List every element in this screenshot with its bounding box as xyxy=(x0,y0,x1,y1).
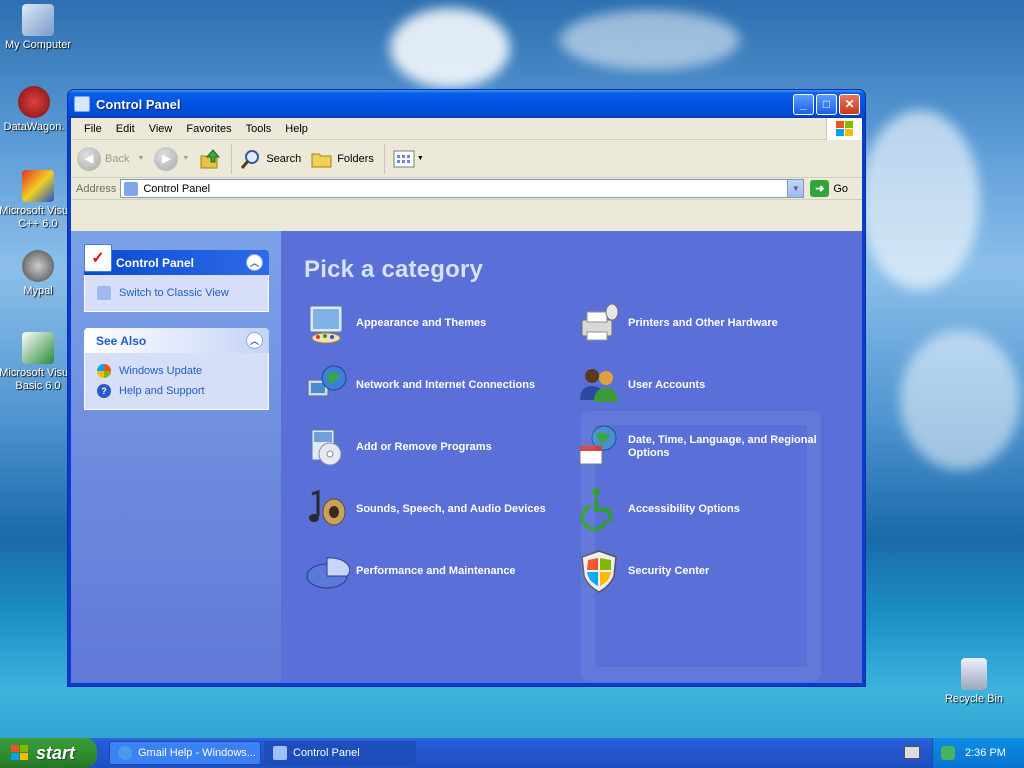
internet-explorer-icon xyxy=(118,746,132,760)
go-button[interactable]: ➜ Go xyxy=(804,180,862,197)
taskbar: start Gmail Help - Windows... Control Pa… xyxy=(0,738,1024,768)
close-button[interactable]: ✕ xyxy=(839,93,860,115)
category-appearance-and-themes[interactable]: Appearance and Themes xyxy=(304,300,576,346)
add-remove-programs-icon xyxy=(311,429,342,466)
maximize-button[interactable]: □ xyxy=(816,93,837,115)
menu-tools[interactable]: Tools xyxy=(239,123,279,135)
back-button[interactable]: ◀ Back ▼ xyxy=(77,146,144,171)
my-computer-icon xyxy=(22,4,54,36)
taskbar-item-control-panel[interactable]: Control Panel xyxy=(264,741,416,765)
window-title: Control Panel xyxy=(96,96,181,112)
keyboard-icon[interactable] xyxy=(904,746,920,759)
page-title: Pick a category xyxy=(304,256,484,283)
appearance-themes-icon xyxy=(309,305,343,344)
category-network-and-internet[interactable]: Network and Internet Connections xyxy=(304,362,576,408)
desktop-icon-recycle-bin[interactable]: Recycle Bin xyxy=(934,658,1014,706)
search-icon xyxy=(241,149,260,169)
printer-icon xyxy=(581,303,619,341)
sound-speaker-icon xyxy=(309,489,346,526)
up-folder-icon xyxy=(200,148,221,168)
category-add-remove-programs[interactable]: Add or Remove Programs xyxy=(304,424,576,470)
control-panel-address-icon xyxy=(124,181,139,196)
user-accounts-icon xyxy=(580,369,618,402)
switch-to-classic-view-link[interactable]: Switch to Classic View xyxy=(97,283,258,303)
title-bar[interactable]: Control Panel _ □ ✕ xyxy=(68,90,865,118)
control-panel-section-header[interactable]: ✓ Control Panel ︿ xyxy=(84,244,269,275)
control-panel-check-icon: ✓ xyxy=(84,244,112,272)
visual-basic-icon xyxy=(22,332,54,364)
datawagon-icon xyxy=(18,86,50,118)
see-also-header[interactable]: See Also ︿ xyxy=(84,328,269,353)
forward-arrow-icon: ▶ xyxy=(154,146,179,171)
see-also-section: See Also ︿ Windows Update ? Help and Sup… xyxy=(84,328,269,410)
menu-file[interactable]: File xyxy=(77,123,109,135)
collapse-chevron-icon[interactable]: ︿ xyxy=(246,332,263,349)
forward-dropdown-icon[interactable]: ▼ xyxy=(182,155,189,162)
menu-bar: File Edit View Favorites Tools Help xyxy=(71,118,862,140)
address-label: Address xyxy=(76,182,117,195)
category-user-accounts[interactable]: User Accounts xyxy=(576,362,846,408)
forward-button[interactable]: ▶ ▼ xyxy=(154,146,189,171)
address-input[interactable]: Control Panel ▼ xyxy=(120,179,805,198)
help-icon: ? xyxy=(97,384,111,398)
views-grid-icon xyxy=(393,150,415,167)
recycle-bin-icon xyxy=(961,658,987,690)
control-panel-section: ✓ Control Panel ︿ Switch to Classic View xyxy=(84,244,269,312)
menu-view[interactable]: View xyxy=(142,123,180,135)
go-arrow-icon: ➜ xyxy=(810,180,830,197)
menu-edit[interactable]: Edit xyxy=(109,123,142,135)
up-folder-button[interactable] xyxy=(199,148,221,170)
category-sounds-speech-audio[interactable]: Sounds, Speech, and Audio Devices xyxy=(304,486,576,532)
content-area: ✓ Control Panel ︿ Switch to Classic View… xyxy=(71,231,862,683)
control-panel-task-icon xyxy=(273,746,287,760)
back-dropdown-icon[interactable]: ▼ xyxy=(137,155,144,162)
windows-logo-icon xyxy=(826,118,862,140)
toolbar: ◀ Back ▼ ▶ ▼ Search Folders ▼ xyxy=(71,140,862,178)
windows-flag-icon xyxy=(11,745,28,760)
clock[interactable]: 2:36 PM xyxy=(965,747,1006,759)
system-tray: 2:36 PM xyxy=(932,738,1024,768)
address-bar: Address Control Panel ▼ ➜ Go xyxy=(71,178,862,200)
network-globe-icon xyxy=(307,365,347,397)
category-view: Pick a category Appearance and Themes Pr… xyxy=(281,231,862,683)
views-dropdown-icon: ▼ xyxy=(416,155,424,162)
control-panel-title-icon xyxy=(74,96,90,112)
watermark-check-icon xyxy=(581,411,821,681)
collapse-chevron-icon[interactable]: ︿ xyxy=(246,254,263,271)
views-button[interactable]: ▼ xyxy=(393,150,424,168)
taskbar-item-gmail-help[interactable]: Gmail Help - Windows... xyxy=(109,741,261,765)
category-printers-and-hardware[interactable]: Printers and Other Hardware xyxy=(576,300,846,346)
windows-update-icon xyxy=(97,364,111,378)
menu-favorites[interactable]: Favorites xyxy=(179,123,238,135)
desktop-icon-datawagon[interactable]: DataWagon. xyxy=(0,86,74,134)
category-performance-maintenance[interactable]: Performance and Maintenance xyxy=(304,548,576,594)
windows-update-link[interactable]: Windows Update xyxy=(97,361,258,381)
toolbar-separator xyxy=(383,143,385,174)
menu-help[interactable]: Help xyxy=(278,123,315,135)
search-button[interactable]: Search xyxy=(240,148,301,170)
classic-view-icon xyxy=(97,286,111,300)
mypal-raccoon-icon xyxy=(22,250,54,282)
back-arrow-icon: ◀ xyxy=(77,146,101,171)
folder-icon xyxy=(311,153,332,167)
minimize-button[interactable]: _ xyxy=(793,93,814,115)
folders-button[interactable]: Folders xyxy=(311,149,374,169)
visual-cpp-icon xyxy=(22,170,54,202)
address-value: Control Panel xyxy=(143,182,211,195)
control-panel-window: Control Panel _ □ ✕ File Edit View Favor… xyxy=(67,89,866,687)
help-and-support-link[interactable]: ? Help and Support xyxy=(97,381,258,401)
network-tray-icon[interactable] xyxy=(941,746,955,760)
desktop-icon-my-computer[interactable]: My Computer xyxy=(0,4,78,52)
toolbar-separator xyxy=(231,143,233,174)
task-pane: ✓ Control Panel ︿ Switch to Classic View… xyxy=(71,231,281,683)
performance-chart-icon xyxy=(306,557,350,589)
address-dropdown-icon[interactable]: ▼ xyxy=(787,180,804,197)
start-button[interactable]: start xyxy=(0,738,97,768)
